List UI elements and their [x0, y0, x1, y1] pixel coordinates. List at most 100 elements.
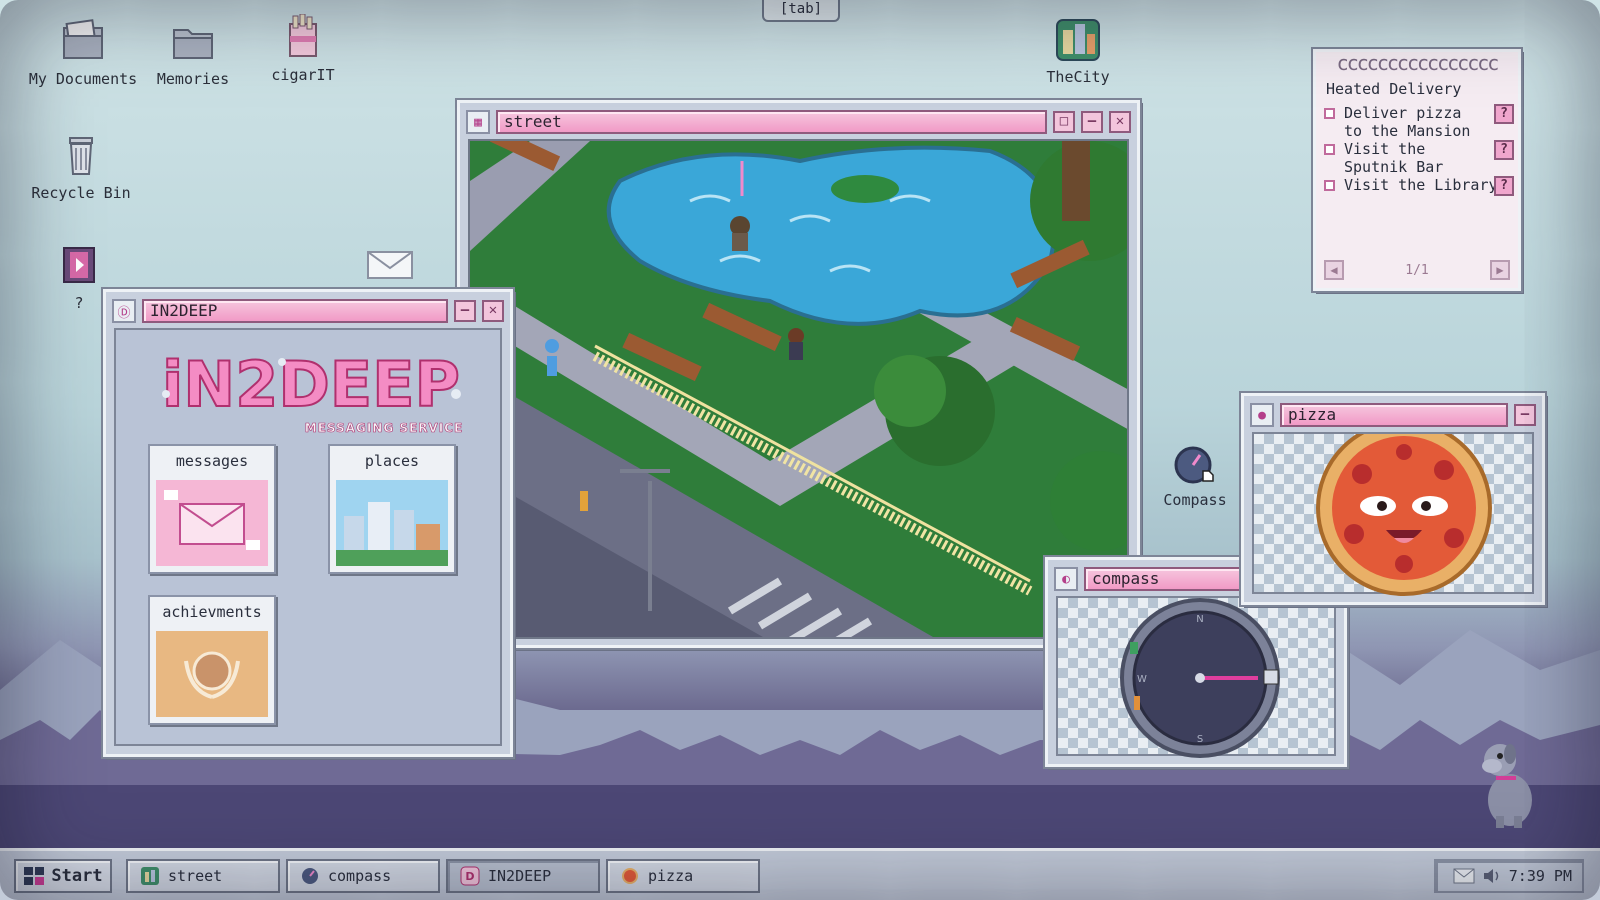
hand-cursor-icon [1202, 470, 1214, 482]
game-viewport[interactable] [468, 139, 1129, 639]
task-checkbox[interactable] [1324, 108, 1335, 119]
desktop: [tab] My Documents Memories cigarIT Recy… [0, 0, 1600, 900]
task-hint-button[interactable]: ? [1494, 140, 1514, 160]
start-logo-icon [24, 867, 45, 885]
library-marker-icon [1134, 696, 1140, 710]
in2deep-logo: iN2DEEP MESSAGING SERVICE [161, 347, 463, 435]
city-icon [141, 867, 159, 885]
isometric-park-scene [470, 141, 1127, 637]
task-text: Visit the Sputnik Bar [1344, 140, 1444, 176]
film-icon [63, 247, 95, 283]
svg-text:S: S [1197, 734, 1203, 745]
quest-notes-window[interactable]: cccccccccccccccc Heated Delivery Deliver… [1311, 47, 1523, 293]
task-hint-button[interactable]: ? [1494, 104, 1514, 124]
taskbar-item-label: compass [328, 867, 392, 885]
my-documents-label: My Documents [28, 70, 138, 88]
task-item[interactable]: Deliver pizza to the Mansion ? [1324, 104, 1514, 140]
in2deep-window-title: IN2DEEP [142, 299, 448, 323]
desktop-icon-recycle-bin[interactable]: Recycle Bin [26, 132, 136, 204]
desktop-icon-thecity[interactable]: TheCity [1023, 16, 1133, 88]
taskbar-item-street[interactable]: street [126, 859, 280, 893]
desktop-icon-memories[interactable]: Memories [138, 18, 248, 90]
minimize-button[interactable]: – [454, 300, 476, 322]
quest-title: Heated Delivery [1326, 80, 1462, 98]
svg-text:D: D [465, 870, 474, 883]
maximize-button[interactable]: □ [1053, 111, 1075, 133]
folder-icon [173, 29, 213, 59]
compass-icon [302, 868, 318, 884]
messages-tile[interactable]: messages [148, 444, 276, 574]
pizza-window-icon: ● [1250, 403, 1274, 427]
compass-window-icon: ◐ [1054, 567, 1078, 591]
compass-icon-label: Compass [1163, 491, 1227, 509]
cigarit-label: cigarIT [271, 66, 335, 84]
taskbar: Start street compass D IN2DEEP pizza 7:3… [0, 848, 1600, 900]
places-tile[interactable]: places [328, 444, 456, 574]
svg-text:W: W [1137, 674, 1147, 685]
achievements-tile[interactable]: achievments [148, 595, 276, 725]
bar-marker-icon [1130, 642, 1138, 654]
in2deep-app-icon: D [460, 866, 480, 886]
taskbar-item-pizza[interactable]: pizza [606, 859, 760, 893]
envelope-icon[interactable] [366, 248, 416, 282]
compass-content: N S W [1056, 596, 1336, 758]
mail-tray-icon[interactable] [1453, 868, 1475, 884]
taskbar-item-compass[interactable]: compass [286, 859, 440, 893]
places-tile-label: places [364, 452, 420, 470]
medal-art-icon [156, 631, 268, 717]
clock: 7:39 PM [1508, 867, 1572, 885]
taskbar-item-in2deep[interactable]: D IN2DEEP [446, 859, 600, 893]
in2deep-app-icon: Ⓓ [112, 299, 136, 323]
city-icon [1056, 19, 1100, 61]
in2deep-titlebar[interactable]: Ⓓ IN2DEEP – ✕ [112, 298, 504, 324]
task-text: Visit the Library [1344, 176, 1498, 194]
task-item[interactable]: Visit the Library ? [1324, 176, 1514, 198]
pizza-icon [622, 868, 638, 884]
minimize-button[interactable]: – [1081, 111, 1103, 133]
desktop-icon-my-documents[interactable]: My Documents [28, 18, 138, 90]
cigarette-pack-icon [289, 14, 317, 57]
start-label: Start [51, 866, 103, 886]
task-checkbox[interactable] [1324, 144, 1335, 155]
in2deep-window[interactable]: Ⓓ IN2DEEP – ✕ iN2DEEP MESSAGING SERVICE … [101, 287, 515, 759]
pizza-content[interactable] [1252, 420, 1534, 596]
task-hint-button[interactable]: ? [1494, 176, 1514, 196]
close-button[interactable]: ✕ [1109, 111, 1131, 133]
svg-text:N: N [1196, 614, 1203, 625]
city-window-icon: ▦ [466, 110, 490, 134]
street-window[interactable]: ▦ street □ – ✕ [455, 98, 1142, 650]
tab-hint: [tab] [762, 0, 840, 22]
memories-label: Memories [156, 70, 230, 88]
compass-dial: N S W [1120, 598, 1280, 758]
achievements-tile-label: achievments [162, 603, 262, 621]
taskbar-item-label: street [168, 867, 223, 885]
taskbar-item-label: pizza [648, 867, 694, 885]
minimize-button[interactable]: – [1514, 404, 1536, 426]
system-tray: 7:39 PM [1434, 859, 1584, 893]
desktop-icon-cigarit[interactable]: cigarIT [248, 14, 358, 86]
desktop-icon-compass[interactable]: Compass [1150, 445, 1240, 509]
notepad-rings: cccccccccccccccc [1336, 52, 1500, 74]
pizza-window[interactable]: ● pizza – [1239, 391, 1547, 607]
pizza-face-icon [1316, 420, 1492, 596]
next-page-button[interactable]: ▶ [1489, 260, 1510, 280]
compass-icon [1174, 446, 1214, 484]
prev-page-button[interactable]: ◀ [1324, 260, 1344, 280]
logo-subtitle: MESSAGING SERVICE [305, 421, 463, 435]
pizza-titlebar[interactable]: ● pizza – [1250, 402, 1536, 428]
street-window-title: street [496, 110, 1047, 134]
notes-pager: ◀ 1/1 ▶ [1324, 258, 1510, 282]
close-button[interactable]: ✕ [482, 300, 504, 322]
messages-tile-label: messages [175, 452, 249, 470]
task-item[interactable]: Visit the Sputnik Bar ? [1324, 140, 1514, 176]
dog-companion[interactable] [1470, 730, 1550, 830]
start-button[interactable]: Start [14, 859, 112, 893]
city-skyline-art-icon [336, 480, 448, 566]
folder-documents-icon [63, 19, 103, 59]
recycle-bin-label: Recycle Bin [31, 184, 131, 202]
in2deep-content: iN2DEEP MESSAGING SERVICE messages place… [114, 328, 502, 746]
task-checkbox[interactable] [1324, 180, 1335, 191]
street-titlebar[interactable]: ▦ street □ – ✕ [466, 109, 1131, 135]
taskbar-item-label: IN2DEEP [488, 867, 552, 885]
volume-icon[interactable] [1483, 868, 1501, 884]
